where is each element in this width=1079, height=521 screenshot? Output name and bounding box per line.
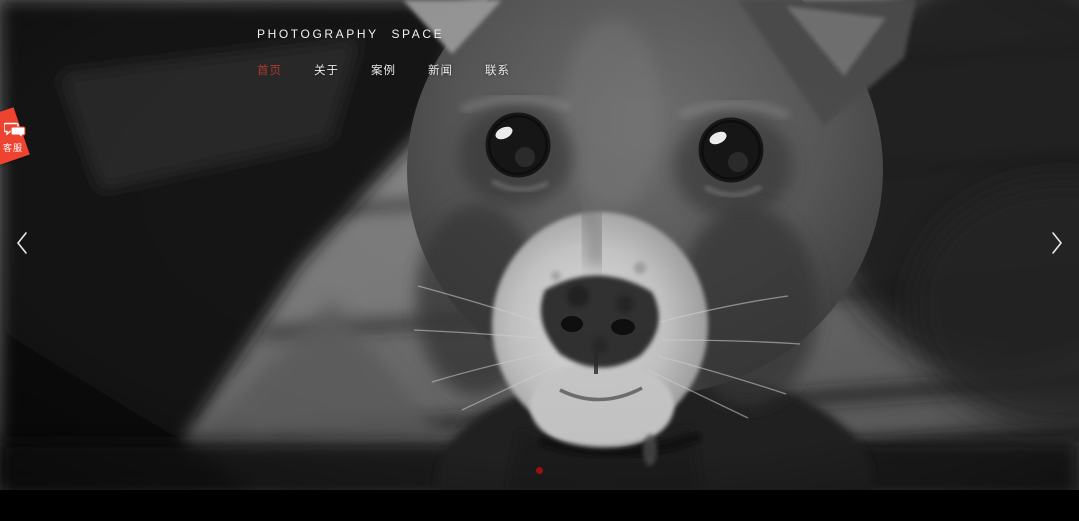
nav-item-contact[interactable]: 联系 (485, 62, 510, 78)
carousel-dot-active[interactable] (536, 467, 543, 474)
page: PHOTOGRAPHY SPACE 首页 关于 案例 新闻 联系 客服 (0, 0, 1079, 521)
carousel-prev-button[interactable] (3, 222, 41, 264)
footer-strip (0, 490, 1079, 521)
main-nav: 首页 关于 案例 新闻 联系 (257, 62, 510, 78)
badge-label: 客服 (3, 141, 31, 154)
hero-photo-dog (0, 0, 1079, 490)
nav-item-news[interactable]: 新闻 (428, 62, 453, 78)
carousel-next-button[interactable] (1038, 222, 1076, 264)
nav-item-cases[interactable]: 案例 (371, 62, 396, 78)
hero-carousel: PHOTOGRAPHY SPACE 首页 关于 案例 新闻 联系 客服 (0, 0, 1079, 490)
carousel-dots (0, 467, 1079, 474)
nav-item-home[interactable]: 首页 (257, 62, 282, 78)
chat-bubbles-icon (4, 121, 26, 139)
badge-ribbon-shape (0, 107, 30, 171)
site-header: PHOTOGRAPHY SPACE 首页 关于 案例 新闻 联系 (257, 27, 510, 78)
chevron-left-icon (15, 231, 29, 255)
nav-item-about[interactable]: 关于 (314, 62, 339, 78)
customer-service-badge[interactable]: 客服 (0, 110, 36, 172)
chevron-right-icon (1050, 231, 1064, 255)
site-logo[interactable]: PHOTOGRAPHY SPACE (257, 27, 510, 41)
